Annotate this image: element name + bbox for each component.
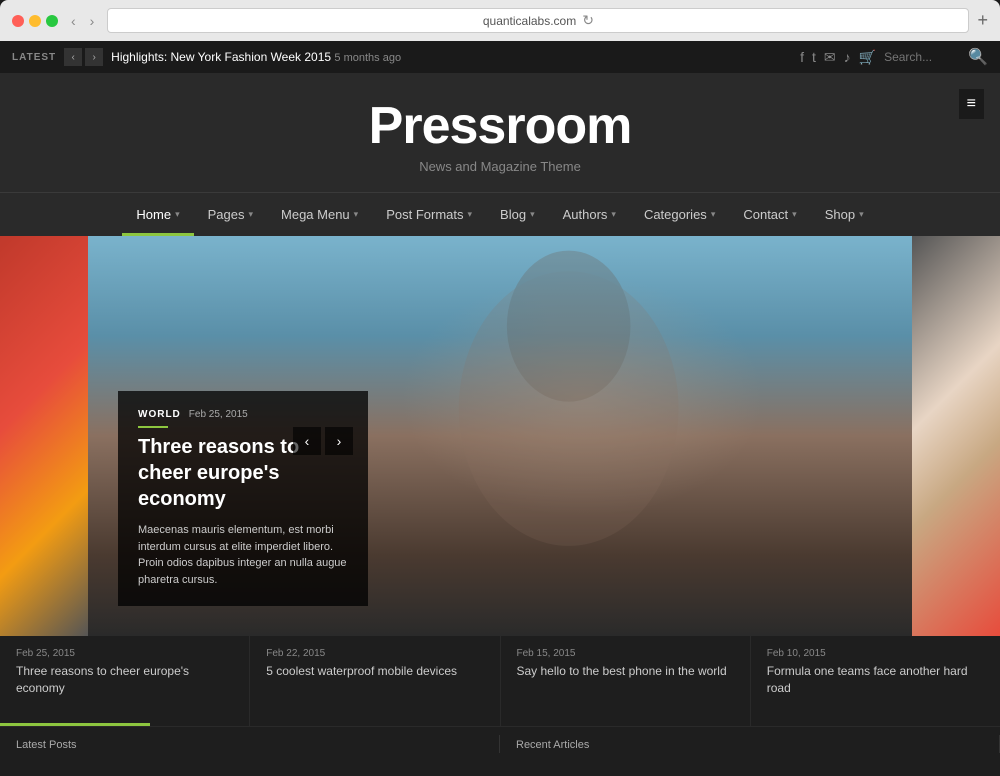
ticker-headline[interactable]: Highlights: New York Fashion Week 2015	[111, 50, 331, 64]
email-icon[interactable]: ✉	[824, 49, 836, 66]
strip-article-2[interactable]: Feb 22, 2015 5 coolest waterproof mobile…	[250, 636, 500, 726]
strip-date-4: Feb 10, 2015	[767, 648, 984, 659]
nav-item-post-formats[interactable]: Post Formats ▾	[372, 193, 486, 236]
browser-window: ‹ › quanticalabs.com ↻ +	[0, 0, 1000, 41]
strip-title-3: Say hello to the best phone in the world	[517, 663, 734, 680]
article-strip: Feb 25, 2015 Three reasons to cheer euro…	[0, 636, 1000, 726]
site-title: Pressroom	[0, 98, 1000, 155]
back-button[interactable]: ‹	[66, 11, 81, 31]
nav-label-mega-menu: Mega Menu	[281, 207, 350, 222]
nav-item-home[interactable]: Home ▾	[122, 193, 193, 236]
hero-thumb-right	[912, 236, 1000, 636]
strip-title-1: Three reasons to cheer europe's economy	[16, 663, 233, 697]
window-controls	[12, 15, 58, 27]
main-navigation: Home ▾ Pages ▾ Mega Menu ▾ Post Formats …	[0, 192, 1000, 236]
nav-arrow-categories: ▾	[711, 209, 716, 220]
close-button[interactable]	[12, 15, 24, 27]
ticker-bar: LATEST ‹ › Highlights: New York Fashion …	[0, 41, 1000, 73]
nav-label-pages: Pages	[208, 207, 245, 222]
nav-label-shop: Shop	[825, 207, 855, 222]
strip-title-2: 5 coolest waterproof mobile devices	[266, 663, 483, 680]
hero-next-button[interactable]: ›	[325, 427, 353, 455]
ticker-time: 5 months ago	[334, 52, 401, 64]
bottom-col-recent-title: Recent Articles	[516, 739, 589, 751]
bottom-col-latest-title: Latest Posts	[16, 739, 77, 751]
nav-item-contact[interactable]: Contact ▾	[729, 193, 810, 236]
nav-item-shop[interactable]: Shop ▾	[811, 193, 878, 236]
nav-arrow-pages: ▾	[248, 209, 253, 220]
hero-nav-buttons: ‹ ›	[293, 427, 353, 455]
hero-overlay: WORLD Feb 25, 2015 ‹ › Three reasons to …	[118, 391, 368, 606]
menu-icon[interactable]: ≡	[959, 89, 984, 119]
cart-icon[interactable]: 🛒	[859, 49, 876, 66]
browser-nav: ‹ ›	[66, 11, 99, 31]
bottom-section: Latest Posts Recent Articles	[0, 726, 1000, 776]
browser-titlebar: ‹ › quanticalabs.com ↻ +	[0, 8, 1000, 41]
strip-date-1: Feb 25, 2015	[16, 648, 233, 659]
nav-arrow-home: ▾	[175, 209, 180, 220]
minimize-button[interactable]	[29, 15, 41, 27]
hero-thumb-left	[0, 236, 88, 636]
hero-main-image: WORLD Feb 25, 2015 ‹ › Three reasons to …	[88, 236, 912, 636]
ticker-content: Highlights: New York Fashion Week 2015 5…	[111, 50, 792, 64]
nav-label-categories: Categories	[644, 207, 707, 222]
strip-title-4: Formula one teams face another hard road	[767, 663, 984, 697]
search-icon[interactable]: 🔍	[968, 47, 988, 67]
hero-prev-button[interactable]: ‹	[293, 427, 321, 455]
nav-item-authors[interactable]: Authors ▾	[549, 193, 630, 236]
hero-accent-line	[138, 426, 168, 428]
hero-excerpt: Maecenas mauris elementum, est morbi int…	[138, 522, 348, 588]
facebook-icon[interactable]: f	[800, 49, 804, 65]
nav-arrow-shop: ▾	[859, 209, 864, 220]
maximize-button[interactable]	[46, 15, 58, 27]
nav-arrow-mega-menu: ▾	[354, 209, 359, 220]
twitter-icon[interactable]: t	[812, 49, 816, 65]
nav-item-mega-menu[interactable]: Mega Menu ▾	[267, 193, 372, 236]
ticker-label: LATEST	[12, 52, 56, 63]
ticker-prev[interactable]: ‹	[64, 48, 82, 66]
site-wrapper: LATEST ‹ › Highlights: New York Fashion …	[0, 41, 1000, 776]
nav-label-home: Home	[136, 207, 171, 222]
social-icons: f t ✉ ♪ 🛒	[800, 49, 876, 66]
strip-article-4[interactable]: Feb 10, 2015 Formula one teams face anot…	[751, 636, 1000, 726]
search-bar: 🔍	[884, 47, 988, 67]
strip-date-2: Feb 22, 2015	[266, 648, 483, 659]
hero-category: WORLD	[138, 409, 181, 420]
strip-date-3: Feb 15, 2015	[517, 648, 734, 659]
forward-button[interactable]: ›	[85, 11, 100, 31]
address-bar[interactable]: quanticalabs.com ↻	[107, 8, 969, 33]
nav-label-post-formats: Post Formats	[386, 207, 463, 222]
ticker-next[interactable]: ›	[85, 48, 103, 66]
nav-arrow-contact: ▾	[792, 209, 797, 220]
nav-arrow-authors: ▾	[611, 209, 616, 220]
hero-date: Feb 25, 2015	[189, 409, 248, 420]
nav-label-authors: Authors	[563, 207, 608, 222]
strip-article-3[interactable]: Feb 15, 2015 Say hello to the best phone…	[501, 636, 751, 726]
nav-item-categories[interactable]: Categories ▾	[630, 193, 729, 236]
url-text: quanticalabs.com	[483, 14, 576, 28]
strip-active-indicator	[0, 723, 150, 726]
nav-label-blog: Blog	[500, 207, 526, 222]
search-input[interactable]	[884, 50, 964, 64]
nav-item-pages[interactable]: Pages ▾	[194, 193, 267, 236]
refresh-button[interactable]: ↻	[582, 12, 594, 29]
strip-article-1[interactable]: Feb 25, 2015 Three reasons to cheer euro…	[0, 636, 250, 726]
hero-section: WORLD Feb 25, 2015 ‹ › Three reasons to …	[0, 236, 1000, 636]
nav-item-blog[interactable]: Blog ▾	[486, 193, 549, 236]
nav-label-contact: Contact	[743, 207, 788, 222]
site-subtitle: News and Magazine Theme	[0, 159, 1000, 174]
nav-arrow-post-formats: ▾	[468, 209, 473, 220]
nav-arrow-blog: ▾	[530, 209, 535, 220]
site-header: Pressroom News and Magazine Theme ≡	[0, 73, 1000, 192]
ticker-navigation: ‹ ›	[64, 48, 103, 66]
bottom-col-recent: Recent Articles	[500, 735, 1000, 753]
bottom-col-latest: Latest Posts	[0, 735, 500, 753]
new-tab-button[interactable]: +	[977, 10, 988, 31]
music-icon[interactable]: ♪	[844, 49, 851, 65]
